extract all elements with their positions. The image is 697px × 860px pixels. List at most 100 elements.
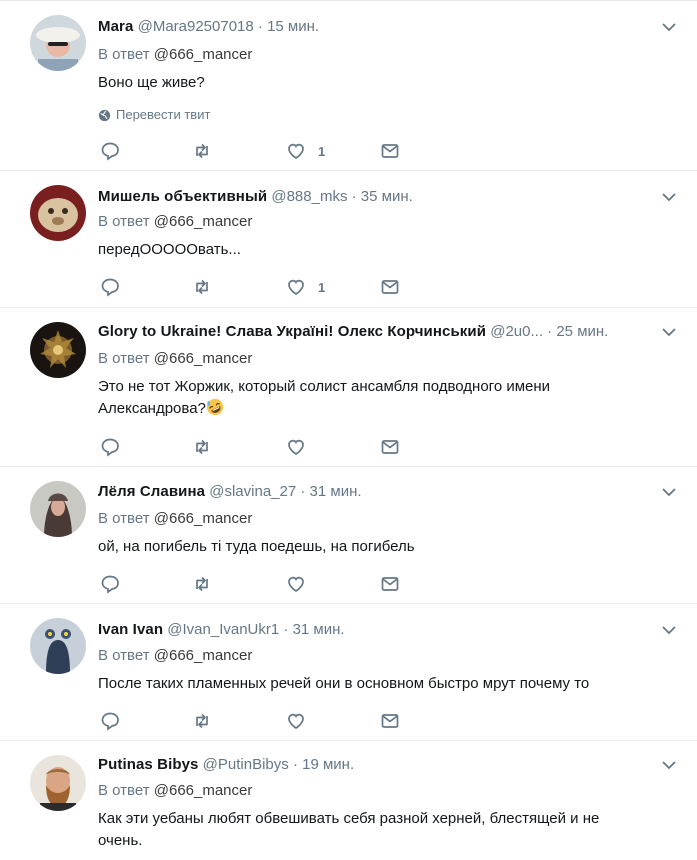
tweet-timestamp[interactable]: 35 мин.: [361, 188, 413, 205]
direct-message-icon: [381, 440, 399, 454]
tweet-header: Мишель объективный @888_mks · 35 мин.: [98, 185, 647, 209]
tweet-header: Glory to Ukraine! Слава Україні! Олекс К…: [98, 320, 647, 344]
direct-message-button[interactable]: [380, 711, 400, 731]
tweet[interactable]: Putinas Bibys @PutinBibys · 19 мин. В от…: [0, 741, 697, 860]
like-count: 1: [318, 143, 326, 159]
retweet-button[interactable]: [192, 711, 212, 731]
avatar[interactable]: [30, 15, 86, 71]
tweet-timestamp[interactable]: 25 мин.: [556, 323, 608, 340]
user-handle[interactable]: @Mara92507018: [138, 18, 254, 35]
tweet-text-line: Александрова?: [98, 398, 658, 420]
reply-prefix: В ответ: [98, 510, 150, 527]
tweet[interactable]: Mara @Mara92507018 · 15 мин. В ответ @66…: [0, 1, 697, 171]
separator-dot: ·: [351, 188, 357, 205]
avatar[interactable]: [30, 322, 86, 378]
direct-message-button[interactable]: [380, 437, 400, 457]
tweet-timestamp[interactable]: 31 мин.: [310, 483, 362, 500]
retweet-button[interactable]: [192, 437, 212, 457]
retweet-icon: [196, 439, 208, 455]
tweet-timestamp[interactable]: 15 мин.: [267, 18, 319, 35]
avatar[interactable]: [30, 618, 86, 674]
tweet[interactable]: Мишель объективный @888_mks · 35 мин. В …: [0, 171, 697, 308]
like-icon: [288, 279, 304, 295]
user-fullname[interactable]: Ivan Ivan: [98, 621, 163, 638]
separator-dot: ·: [292, 756, 298, 773]
user-fullname[interactable]: Putinas Bibys: [98, 756, 199, 773]
reply-prefix: В ответ: [98, 46, 150, 63]
user-handle[interactable]: @slavina_27: [209, 483, 296, 500]
chevron-down-icon[interactable]: [659, 17, 679, 37]
chevron-down-icon[interactable]: [659, 322, 679, 342]
tweet[interactable]: Glory to Ukraine! Слава Україні! Олекс К…: [0, 308, 697, 467]
chevron-down-icon[interactable]: [659, 187, 679, 207]
direct-message-button[interactable]: [380, 277, 400, 297]
avatar[interactable]: [30, 755, 86, 811]
translate-label: Перевести твит: [116, 107, 211, 122]
reply-button[interactable]: [100, 437, 120, 457]
tweet[interactable]: Ivan Ivan @Ivan_IvanUkr1 · 31 мин. В отв…: [0, 604, 697, 741]
user-fullname[interactable]: Лёля Славина: [98, 483, 205, 500]
tweet-text: передОООООвать...: [98, 241, 241, 258]
tweet-timestamp[interactable]: 19 мин.: [302, 756, 354, 773]
avatar[interactable]: [30, 481, 86, 537]
tweet-feed: Mara @Mara92507018 · 15 мин. В ответ @66…: [0, 0, 697, 859]
avatar[interactable]: [30, 185, 86, 241]
chevron-down-icon[interactable]: [659, 482, 679, 502]
tweet-header: Ivan Ivan @Ivan_IvanUkr1 · 31 мин.: [98, 618, 647, 642]
mention-link[interactable]: @666_mancer: [154, 510, 253, 527]
tweet-text: Как эти уебаны любят обвешивать себя раз…: [98, 808, 658, 852]
retweet-icon: [196, 279, 208, 295]
tweet-timestamp[interactable]: 31 мин.: [293, 621, 345, 638]
reply-prefix: В ответ: [98, 782, 150, 799]
retweet-icon: [196, 576, 208, 592]
reply-context: В ответ @666_mancer: [98, 509, 252, 529]
direct-message-icon: [381, 714, 399, 728]
mention-link[interactable]: @666_mancer: [154, 46, 253, 63]
reply-icon: [101, 278, 119, 297]
like-button[interactable]: 1: [286, 141, 325, 161]
reply-icon: [101, 575, 119, 594]
tweet-actions: [100, 574, 420, 594]
user-handle[interactable]: @2u0...: [490, 323, 543, 340]
separator-dot: ·: [283, 621, 289, 638]
like-button[interactable]: [286, 574, 306, 594]
chevron-down-icon[interactable]: [659, 620, 679, 640]
tweet-text: После таких пламенных речей они в основн…: [98, 675, 590, 692]
like-button[interactable]: [286, 437, 306, 457]
retweet-button[interactable]: [192, 277, 212, 297]
tweet-header: Putinas Bibys @PutinBibys · 19 мин.: [98, 753, 647, 777]
mention-link[interactable]: @666_mancer: [154, 647, 253, 664]
reply-button[interactable]: [100, 277, 120, 297]
tweet-text: Воно ще живе?: [98, 74, 205, 91]
retweet-button[interactable]: [192, 141, 212, 161]
translate-tweet-link[interactable]: Перевести твит: [98, 106, 210, 124]
reply-prefix: В ответ: [98, 213, 150, 230]
mention-link[interactable]: @666_mancer: [154, 782, 253, 799]
mention-link[interactable]: @666_mancer: [154, 350, 253, 367]
user-handle[interactable]: @888_mks: [271, 188, 347, 205]
reply-prefix: В ответ: [98, 350, 150, 367]
direct-message-button[interactable]: [380, 141, 400, 161]
tweet[interactable]: Лёля Славина @slavina_27 · 31 мин. В отв…: [0, 467, 697, 604]
like-button[interactable]: [286, 711, 306, 731]
tweet-header: Mara @Mara92507018 · 15 мин.: [98, 15, 647, 39]
user-fullname[interactable]: Glory to Ukraine! Слава Україні! Олекс К…: [98, 323, 486, 340]
like-button[interactable]: 1: [286, 277, 325, 297]
retweet-button[interactable]: [192, 574, 212, 594]
tweet-actions: [100, 437, 420, 457]
reply-button[interactable]: [100, 141, 120, 161]
tweet-actions: 1: [100, 277, 420, 297]
reply-context: В ответ @666_mancer: [98, 781, 252, 801]
tweet-text-line: очень.: [98, 832, 143, 849]
direct-message-button[interactable]: [380, 574, 400, 594]
user-fullname[interactable]: Mara: [98, 18, 133, 35]
mention-link[interactable]: @666_mancer: [154, 213, 253, 230]
user-handle[interactable]: @Ivan_IvanUkr1: [167, 621, 279, 638]
like-icon: [288, 439, 304, 455]
reply-icon: [101, 712, 119, 731]
user-handle[interactable]: @PutinBibys: [203, 756, 289, 773]
user-fullname[interactable]: Мишель объективный: [98, 188, 267, 205]
reply-button[interactable]: [100, 711, 120, 731]
chevron-down-icon[interactable]: [659, 755, 679, 775]
reply-button[interactable]: [100, 574, 120, 594]
